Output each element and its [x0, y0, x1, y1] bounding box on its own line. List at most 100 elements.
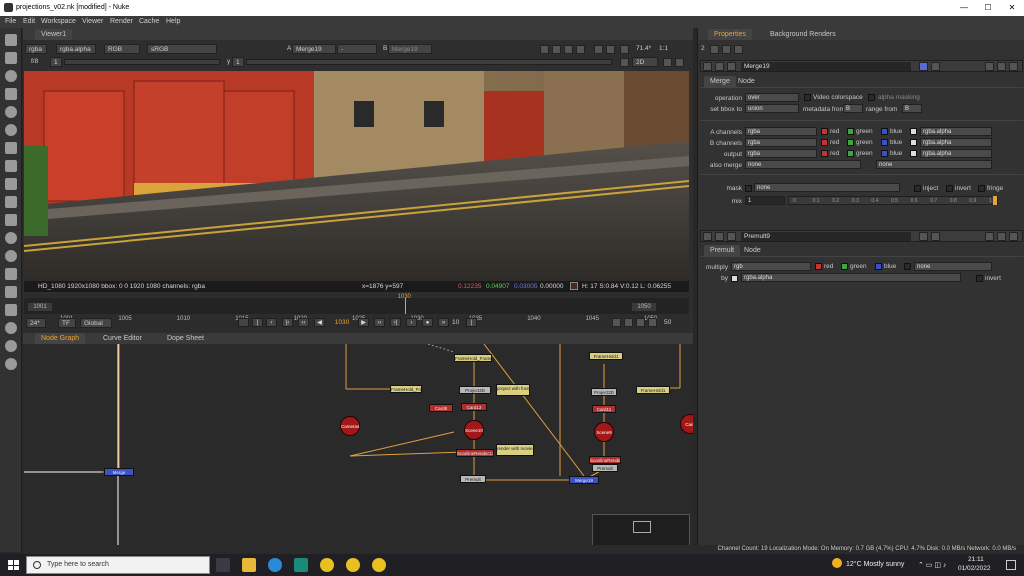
node-framehold-left[interactable]: FrameHold_Frame: [390, 385, 422, 393]
viewer-image[interactable]: [24, 71, 689, 281]
premult-undo-icon[interactable]: [931, 232, 940, 241]
metadata-tool-icon[interactable]: [5, 268, 17, 280]
node-premult-a[interactable]: Premult: [460, 475, 486, 483]
node-cam-right[interactable]: Cam: [680, 414, 693, 434]
next-key-button[interactable]: ›: [406, 318, 417, 327]
nuke-taskbar-icon-3[interactable]: [372, 558, 386, 572]
a-green-checkbox[interactable]: [847, 128, 854, 135]
merge-tab-node[interactable]: Node: [732, 76, 761, 87]
viewer-pause-icon[interactable]: [620, 45, 629, 54]
step-forward-button[interactable]: ›|: [390, 318, 401, 327]
fps-dropdown[interactable]: 24*: [26, 318, 46, 328]
colorspace-a-dropdown[interactable]: RGB: [104, 44, 140, 54]
node-card11[interactable]: Card11: [592, 405, 616, 413]
lock-properties-icon[interactable]: [710, 45, 719, 54]
clear-properties-icon[interactable]: [722, 45, 731, 54]
merge-collapse-icon[interactable]: [703, 62, 712, 71]
multiply-dropdown[interactable]: rgb: [731, 262, 811, 271]
lock-range-icon[interactable]: [624, 318, 633, 327]
mix-slider[interactable]: 0 0.1 0.2 0.3 0.4 0.5 0.6 0.7 0.8 0.9 1: [788, 196, 998, 205]
premult-float-icon[interactable]: [997, 232, 1006, 241]
roi-toggle-icon[interactable]: [620, 58, 629, 67]
also-merge-a-dropdown[interactable]: none: [745, 160, 861, 169]
tab-curve-editor[interactable]: Curve Editor: [97, 333, 148, 344]
pencil-icon[interactable]: [734, 45, 743, 54]
tab-viewer1[interactable]: Viewer1: [35, 29, 73, 40]
input-op-dropdown[interactable]: -: [337, 44, 377, 54]
viewer-clip-icon[interactable]: [552, 45, 561, 54]
gain-slider[interactable]: [64, 59, 220, 65]
a-channels-dropdown[interactable]: rgba: [745, 127, 817, 136]
premult-viewer-icon[interactable]: [715, 232, 724, 241]
node-premult-b[interactable]: Premult: [592, 464, 618, 472]
video-colorspace-checkbox[interactable]: [804, 94, 811, 101]
node-scanlinerender-a[interactable]: ScanlineRender13: [456, 449, 494, 457]
alpha-masking-checkbox[interactable]: [868, 94, 875, 101]
by-checkbox[interactable]: [731, 275, 738, 282]
viewer-proxy-icon[interactable]: [606, 45, 615, 54]
out-alpha-dropdown[interactable]: rgba.alpha: [920, 149, 992, 158]
premult-blue-checkbox[interactable]: [875, 263, 882, 270]
also-merge-b-dropdown[interactable]: none: [876, 160, 992, 169]
invert-checkbox[interactable]: [946, 185, 953, 192]
a-red-checkbox[interactable]: [821, 128, 828, 135]
timeline-playhead[interactable]: [404, 298, 406, 314]
node-scene9[interactable]: Scene9: [594, 422, 614, 442]
viewer-refresh-icon[interactable]: [594, 45, 603, 54]
current-frame-field[interactable]: 1030: [330, 318, 354, 327]
viewer-roi-icon[interactable]: [540, 45, 549, 54]
increment-mode-button[interactable]: »: [438, 318, 449, 327]
merge-float-icon[interactable]: [997, 62, 1006, 71]
merge-close-icon[interactable]: [1009, 62, 1018, 71]
particles-tool-icon[interactable]: [5, 214, 17, 226]
node-merge-left[interactable]: Merge: [104, 468, 134, 476]
filter-tool-icon[interactable]: [5, 124, 17, 136]
mask-dropdown[interactable]: none: [754, 183, 900, 192]
merge-help-icon[interactable]: [985, 62, 994, 71]
channels-dropdown[interactable]: rgba: [25, 44, 47, 54]
mask-checkbox[interactable]: [745, 185, 752, 192]
other-tool-icon[interactable]: [5, 304, 17, 316]
camera-lock-icon[interactable]: [663, 58, 672, 67]
minimize-button[interactable]: —: [952, 2, 976, 14]
output-dropdown[interactable]: rgba: [745, 149, 817, 158]
node-graph[interactable]: FrameHold_Frame FrameHold1 FrameHold_Fra…: [24, 344, 693, 552]
b-green-checkbox[interactable]: [847, 139, 854, 146]
gamma-field[interactable]: 1: [232, 57, 244, 67]
menu-render[interactable]: Render: [110, 18, 133, 25]
premult-help-icon[interactable]: [985, 232, 994, 241]
merge-tool-icon[interactable]: [5, 160, 17, 172]
tab-dope-sheet[interactable]: Dope Sheet: [161, 333, 210, 344]
menu-workspace[interactable]: Workspace: [41, 18, 76, 25]
menu-help[interactable]: Help: [166, 18, 180, 25]
ocula-tool-icon[interactable]: [5, 340, 17, 352]
color-tool-icon[interactable]: [5, 106, 17, 118]
out-red-checkbox[interactable]: [821, 150, 828, 157]
merge-node-icon[interactable]: [727, 62, 736, 71]
colorspace-b-dropdown[interactable]: sRGB: [147, 44, 217, 54]
node-card13[interactable]: Card13: [461, 403, 487, 411]
range-from-dropdown[interactable]: B: [902, 104, 922, 113]
file-explorer-icon[interactable]: [242, 558, 256, 572]
merge-color-icon[interactable]: [919, 62, 928, 71]
tf-dropdown[interactable]: TF: [58, 318, 76, 328]
time-tool-icon[interactable]: [5, 70, 17, 82]
premult-name-field[interactable]: Premult9: [741, 232, 911, 241]
back-increment-button[interactable]: ‹‹: [298, 318, 309, 327]
transform-tool-icon[interactable]: [5, 178, 17, 190]
node-merge19[interactable]: Merge19: [569, 476, 599, 484]
input-a-dropdown[interactable]: Merge19: [292, 44, 336, 54]
viewer-cache-icon[interactable]: [576, 45, 585, 54]
note-render-movie[interactable]: render with movie pipe camera: [496, 444, 534, 456]
b-alpha-checkbox[interactable]: [910, 139, 917, 146]
taskbar-search-box[interactable]: Type here to search: [26, 556, 210, 574]
node-scanlinerender-b[interactable]: ScanlineRender: [589, 456, 621, 464]
menu-cache[interactable]: Cache: [139, 18, 159, 25]
by-dropdown[interactable]: rgba.alpha: [741, 273, 961, 282]
toolsets-tool-icon[interactable]: [5, 286, 17, 298]
node-scene10[interactable]: Scene10: [464, 420, 484, 440]
properties-count[interactable]: 2: [701, 45, 705, 52]
premult-tab-node[interactable]: Node: [738, 245, 767, 256]
maximize-button[interactable]: ☐: [976, 2, 1000, 14]
3d-tool-icon[interactable]: [5, 196, 17, 208]
